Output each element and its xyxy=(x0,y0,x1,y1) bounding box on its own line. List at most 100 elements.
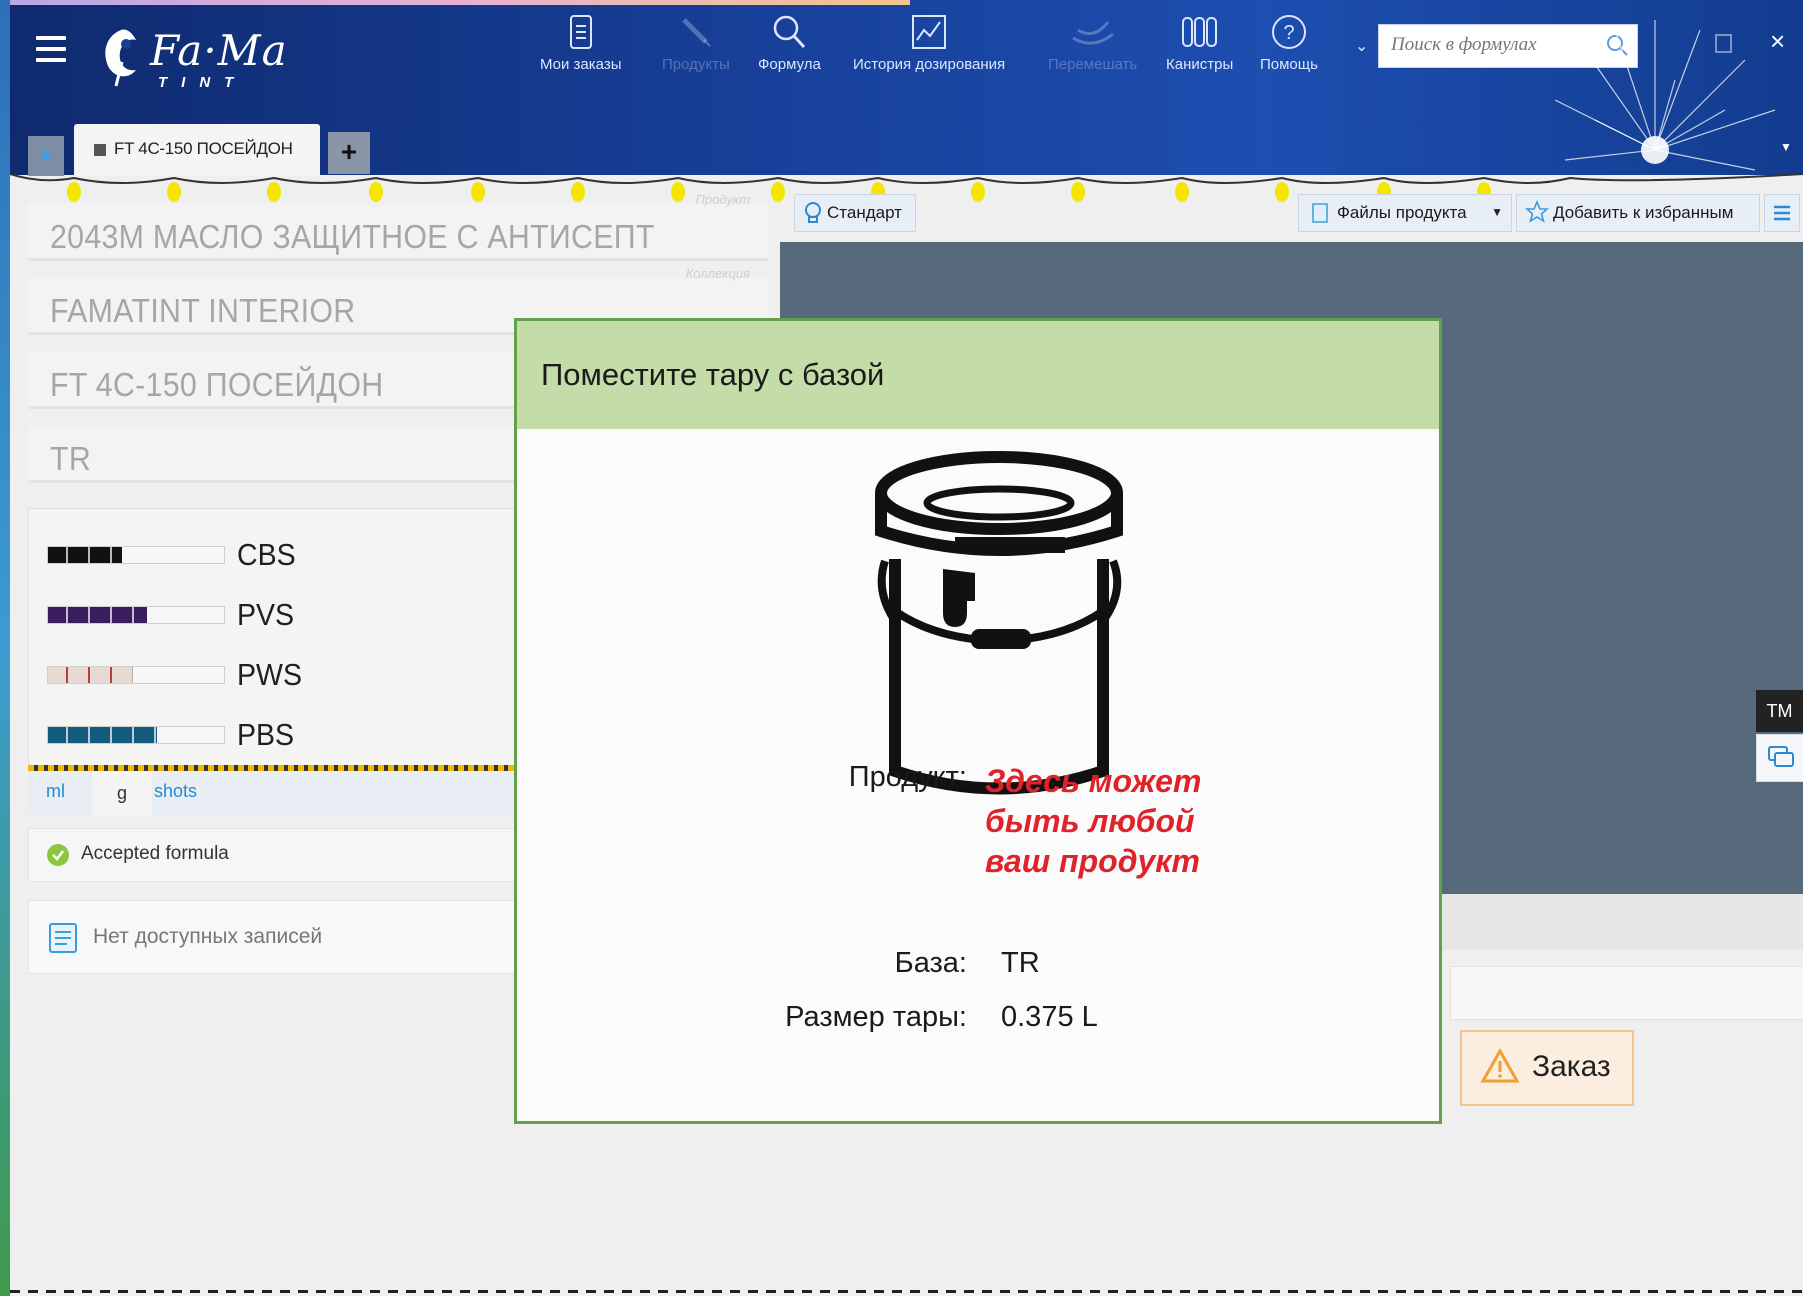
order-button[interactable]: Заказ xyxy=(1460,1030,1634,1106)
colorant-tick xyxy=(132,727,134,743)
nav-canisters[interactable]: Канистры xyxy=(1166,14,1233,73)
caret-down-icon: ▼ xyxy=(1491,205,1503,219)
header-bar: Fa·Ma TINT Мои заказы Продукты Формула И… xyxy=(10,0,1803,176)
color-name: FT 4C-150 ПОСЕЙДОН xyxy=(50,366,384,403)
logo-subtext: TINT xyxy=(158,74,248,91)
nav-label: Перемешать xyxy=(1048,56,1138,73)
product-name-field[interactable]: 2043М МАСЛО ЗАЩИТНОЕ С АНТИСЕПТ Продукт xyxy=(28,192,768,261)
colorant-name: PWS xyxy=(237,657,302,692)
no-records-label: Нет доступных записей xyxy=(93,925,323,948)
canisters-icon xyxy=(1181,17,1217,47)
accepted-label: Accepted formula xyxy=(81,843,229,864)
colorant-tick xyxy=(66,547,68,563)
colorant-fill xyxy=(48,727,157,743)
tm-label: TM xyxy=(1766,701,1793,721)
colorant-tick xyxy=(66,607,68,623)
tm-side-button[interactable]: TM xyxy=(1756,690,1803,732)
product-files-label: Файлы продукта xyxy=(1337,203,1467,222)
unit-g[interactable]: g xyxy=(92,771,152,815)
bulb-icon xyxy=(805,202,821,223)
svg-text:?: ? xyxy=(1283,22,1294,44)
tab-formula[interactable]: FT 4C-150 ПОСЕЙДОН xyxy=(74,124,320,176)
caret-down-icon[interactable]: ▼ xyxy=(1780,140,1792,154)
colorant-name: PVS xyxy=(237,597,295,632)
nav-label: Продукты xyxy=(662,56,730,73)
nav-dispense-history[interactable]: История дозирования xyxy=(853,14,1005,73)
standard-button[interactable]: Стандарт xyxy=(794,194,916,232)
star-outline-icon xyxy=(1525,200,1549,223)
preview-footer xyxy=(1440,894,1803,950)
tab-color-swatch xyxy=(94,144,106,156)
base-value: TR xyxy=(1001,947,1040,979)
nav-label: История дозирования xyxy=(853,56,1006,73)
colorant-tick xyxy=(110,667,112,683)
star-icon: ★ xyxy=(37,145,55,167)
collection-hint: Коллекция xyxy=(685,266,750,281)
warning-icon xyxy=(1480,1048,1520,1083)
app-logo: Fa·Ma TINT xyxy=(96,22,296,98)
order-label: Заказ xyxy=(1532,1050,1611,1083)
colorant-tick xyxy=(66,727,68,743)
list-icon xyxy=(1774,205,1790,221)
header-accent-line xyxy=(10,0,910,5)
document-icon xyxy=(569,15,592,49)
colorant-name: PBS xyxy=(237,717,295,752)
list-menu-button[interactable] xyxy=(1764,194,1800,232)
tab-label: FT 4C-150 ПОСЕЙДОН xyxy=(114,139,293,158)
colorant-tick xyxy=(88,727,90,743)
product-label: Продукт: xyxy=(848,761,967,793)
colorant-fill xyxy=(48,607,147,623)
unit-tabs: ml g shots xyxy=(28,771,528,815)
records-panel: Нет доступных записей xyxy=(28,900,530,974)
nav-help[interactable]: ? Помощь xyxy=(1260,14,1318,73)
nav-mix[interactable]: Перемешать xyxy=(1048,14,1137,73)
brush-icon xyxy=(682,18,711,47)
notes-icon xyxy=(49,923,77,953)
help-icon: ? xyxy=(1271,15,1306,49)
file-icon xyxy=(1312,203,1328,223)
chat-icon xyxy=(1768,746,1794,767)
dialog-title: Поместите тару с базой xyxy=(541,357,885,392)
nav-my-orders[interactable]: Мои заказы xyxy=(540,14,622,73)
collection-name: FAMATINT INTERIOR xyxy=(50,292,356,329)
product-value: Здесь может быть любой ваш продукт xyxy=(985,763,1202,879)
preview-info-row xyxy=(1450,966,1803,1020)
colorant-tick xyxy=(110,607,112,623)
app-window: Fa·Ma TINT Мои заказы Продукты Формула И… xyxy=(10,0,1803,1296)
product-hint: Продукт xyxy=(695,192,750,207)
colorant-tick xyxy=(66,667,68,683)
hamburger-menu-icon[interactable] xyxy=(36,36,66,62)
add-tab-button[interactable]: + xyxy=(328,132,370,174)
nav-products[interactable]: Продукты xyxy=(662,14,730,73)
base-name: TR xyxy=(50,440,92,477)
chat-side-button[interactable] xyxy=(1756,734,1803,782)
product-files-button[interactable]: Файлы продукта ▼ xyxy=(1298,194,1512,232)
colorant-bar xyxy=(47,726,225,744)
colorant-tick xyxy=(110,547,112,563)
nav-label: Формула xyxy=(758,56,821,73)
colorant-tick xyxy=(110,727,112,743)
container-size-label: Размер тары: xyxy=(785,1001,967,1033)
dialog-header: Поместите тару с базой xyxy=(517,321,1439,429)
dandelion-decoration xyxy=(1554,20,1776,171)
paint-bucket-icon xyxy=(875,451,1123,795)
accepted-formula-row: Accepted formula xyxy=(28,828,530,882)
window-restore-icon[interactable] xyxy=(1715,34,1732,53)
colorant-bar xyxy=(47,666,225,684)
colorant-tick xyxy=(88,547,90,563)
product-name: 2043М МАСЛО ЗАЩИТНОЕ С АНТИСЕПТ xyxy=(50,218,655,255)
chevron-down-icon[interactable]: ⌄ xyxy=(1355,36,1368,56)
unit-ml[interactable]: ml xyxy=(46,781,65,802)
nav-label: Мои заказы xyxy=(540,56,622,73)
close-icon[interactable]: × xyxy=(1770,26,1785,57)
add-to-favorites-button[interactable]: Добавить к избранным xyxy=(1516,194,1760,232)
colorant-bar xyxy=(47,546,225,564)
unit-shots[interactable]: shots xyxy=(154,781,197,802)
colorant-fill xyxy=(48,547,122,563)
standard-label: Стандарт xyxy=(827,203,902,222)
nav-label: Канистры xyxy=(1166,56,1234,73)
nav-formula[interactable]: Формула xyxy=(758,14,821,73)
add-to-favorites-label: Добавить к избранным xyxy=(1553,203,1734,222)
colorant-name: CBS xyxy=(237,537,296,572)
check-icon xyxy=(47,844,69,866)
